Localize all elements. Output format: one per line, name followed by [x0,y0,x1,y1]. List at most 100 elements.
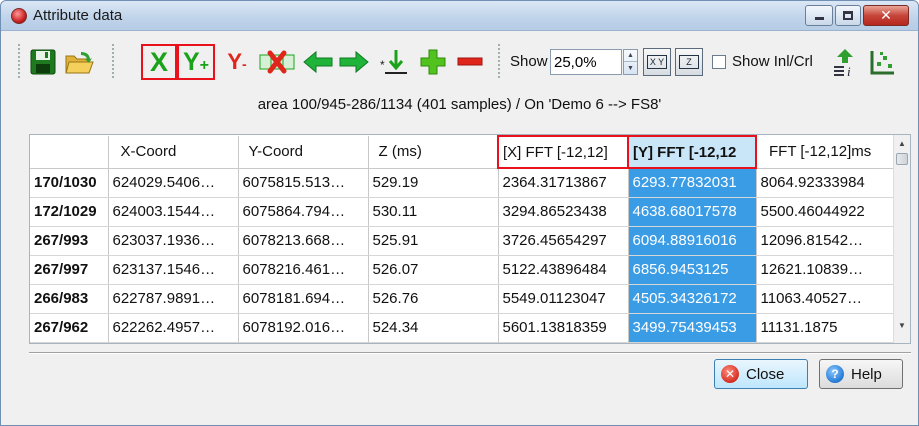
scroll-up-icon[interactable]: ▲ [894,135,910,151]
cell-x-fft[interactable]: 2364.31713867 [498,168,629,198]
add-y-letter: Y [182,47,200,76]
cell-x-coord[interactable]: 624029.5406… [108,168,239,198]
maximize-button[interactable] [835,5,861,26]
close-x-icon: ✕ [880,7,892,23]
cell-z[interactable]: 526.76 [368,284,499,314]
set-x-button[interactable]: X [141,44,177,80]
row-header[interactable]: 170/1030 [30,168,109,198]
scroll-thumb[interactable] [896,153,908,165]
minimize-button[interactable] [805,5,833,26]
row-header[interactable]: 267/997 [30,255,109,285]
svg-text:*: * [380,58,385,72]
table-header-row: X-Coord Y-Coord Z (ms) [X] FFT [-12,12] … [30,135,895,169]
add-y-icon: Y+ [183,48,209,77]
cell-fft-ms[interactable]: 8064.92333984 [756,168,895,198]
cell-x-coord[interactable]: 623037.1936… [108,226,239,256]
cell-y-coord[interactable]: 6078192.016… [238,313,369,343]
cell-y-fft[interactable]: 6293.77832031 [628,168,757,198]
cell-y-coord[interactable]: 6075815.513… [238,168,369,198]
cell-y-fft[interactable]: 3499.75439453 [628,313,757,343]
remove-button[interactable] [455,45,485,79]
insert-down-button[interactable]: * [377,45,411,79]
xy-toggle-button[interactable]: X Y [643,48,671,76]
cell-y-fft[interactable]: 6094.88916016 [628,226,757,256]
move-left-button[interactable] [301,45,335,79]
show-inl-crl-checkbox[interactable] [712,55,726,69]
column-header-y-coord[interactable]: Y-Coord [238,136,369,169]
cell-fft-ms[interactable]: 11063.40527… [756,284,895,314]
cell-z[interactable]: 524.34 [368,313,499,343]
window-close-button[interactable]: ✕ [863,5,909,26]
cell-z[interactable]: 525.91 [368,226,499,256]
cell-x-fft[interactable]: 3294.86523438 [498,197,629,227]
cell-y-fft[interactable]: 6856.9453125 [628,255,757,285]
corner-header[interactable] [30,136,109,169]
column-header-y-fft[interactable]: [Y] FFT [-12,12 [627,135,757,169]
svg-text:i: i [847,64,851,77]
cell-fft-ms[interactable]: 11131.1875 [756,313,895,343]
row-header[interactable]: 266/983 [30,284,109,314]
maximize-icon [843,11,853,20]
insert-down-icon: * [380,50,407,74]
toolbar-grip[interactable] [17,43,21,79]
table-row[interactable]: 267/962 622262.4957… 6078192.016… 524.34… [30,313,895,343]
table-row[interactable]: 267/997 623137.1546… 6078216.461… 526.07… [30,255,895,285]
open-button[interactable] [63,45,97,79]
cell-x-coord[interactable]: 622262.4957… [108,313,239,343]
column-header-fft-ms[interactable]: FFT [-12,12]ms [756,136,895,169]
export-button[interactable] [867,45,899,79]
z-toggle-button[interactable]: Z [675,48,703,76]
table-row[interactable]: 266/983 622787.9891… 6078181.694… 526.76… [30,284,895,314]
remove-y-icon: Y- [227,49,246,75]
delete-column-button[interactable] [257,45,297,79]
cell-y-coord[interactable]: 6078181.694… [238,284,369,314]
save-button[interactable] [27,45,59,79]
window-title: Attribute data [33,7,123,24]
vertical-scrollbar[interactable]: ▲ ▼ [893,135,910,343]
cell-x-coord[interactable]: 623137.1546… [108,255,239,285]
cell-x-fft[interactable]: 5122.43896484 [498,255,629,285]
cell-y-fft[interactable]: 4505.34326172 [628,284,757,314]
table-row[interactable]: 267/993 623037.1936… 6078213.668… 525.91… [30,226,895,256]
inline-crossline-button[interactable]: i [829,45,861,79]
add-button[interactable] [417,45,449,79]
column-header-x-fft[interactable]: [X] FFT [-12,12] [497,135,629,169]
cell-y-coord[interactable]: 6075864.794… [238,197,369,227]
minimize-icon [814,17,824,20]
scroll-down-icon[interactable]: ▼ [894,317,910,333]
remove-y-button[interactable]: Y- [223,45,251,79]
remove-y-minus: - [242,56,247,72]
cell-x-coord[interactable]: 622787.9891… [108,284,239,314]
cell-x-fft[interactable]: 5601.13818359 [498,313,629,343]
cell-z[interactable]: 526.07 [368,255,499,285]
cell-y-fft[interactable]: 4638.68017578 [628,197,757,227]
table-row[interactable]: 170/1030 624029.5406… 6075815.513… 529.1… [30,168,895,198]
row-header[interactable]: 267/962 [30,313,109,343]
table-row[interactable]: 172/1029 624003.1544… 6075864.794… 530.1… [30,197,895,227]
show-percentage-spinner[interactable]: ▲ ▼ [623,49,638,75]
title-bar[interactable]: Attribute data ✕ [1,1,918,31]
cell-x-coord[interactable]: 624003.1544… [108,197,239,227]
row-header[interactable]: 172/1029 [30,197,109,227]
cell-y-coord[interactable]: 6078213.668… [238,226,369,256]
column-header-x-coord[interactable]: X-Coord [108,136,239,169]
cell-fft-ms[interactable]: 5500.46044922 [756,197,895,227]
attribute-table[interactable]: X-Coord Y-Coord Z (ms) [X] FFT [-12,12] … [29,134,911,344]
close-circle-icon: ✕ [721,365,739,383]
spinner-up-icon[interactable]: ▲ [624,50,637,62]
cell-z[interactable]: 530.11 [368,197,499,227]
row-header[interactable]: 267/993 [30,226,109,256]
spinner-down-icon[interactable]: ▼ [624,62,637,74]
add-y-button[interactable]: Y+ [177,44,215,80]
column-header-z[interactable]: Z (ms) [368,136,499,169]
cell-x-fft[interactable]: 5549.01123047 [498,284,629,314]
move-right-button[interactable] [337,45,371,79]
cell-fft-ms[interactable]: 12621.10839… [756,255,895,285]
cell-fft-ms[interactable]: 12096.81542… [756,226,895,256]
close-button[interactable]: ✕ Close [714,359,808,389]
help-button[interactable]: ? Help [819,359,903,389]
cell-x-fft[interactable]: 3726.45654297 [498,226,629,256]
show-percentage-input[interactable] [550,49,622,75]
cell-y-coord[interactable]: 6078216.461… [238,255,369,285]
cell-z[interactable]: 529.19 [368,168,499,198]
